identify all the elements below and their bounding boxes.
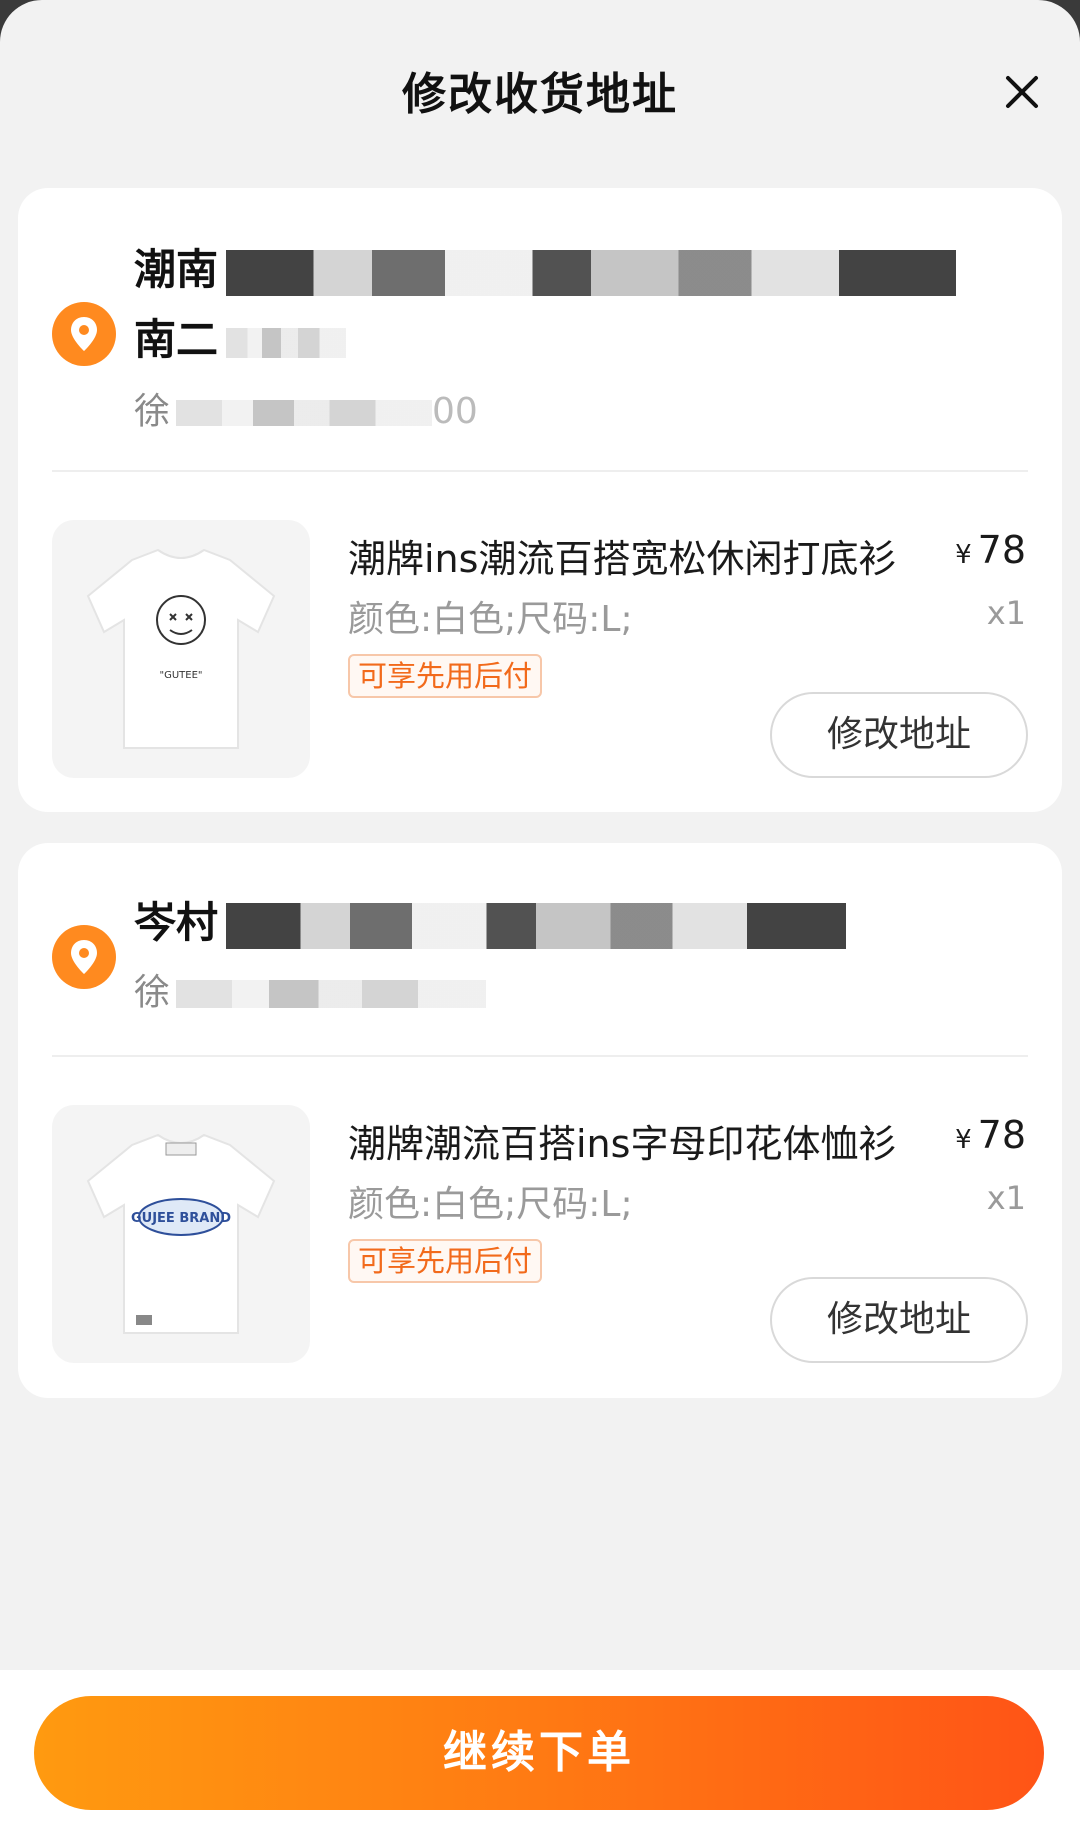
pay-later-badge: 可享先用后付 (348, 1239, 543, 1283)
currency-symbol: ¥ (955, 1125, 972, 1155)
masked-address (226, 902, 847, 949)
product-thumbnail[interactable]: "GUTEE" (52, 520, 310, 778)
continue-order-button[interactable]: 继续下单 (34, 1696, 1044, 1810)
address-line: 岑村 (134, 889, 847, 950)
divider (52, 1055, 1028, 1057)
shirt-print-text: "GUTEE" (159, 670, 202, 681)
product-spec: 颜色:白色;尺码:L; (348, 599, 633, 640)
address-line-2: 南二 (134, 306, 347, 367)
sheet-header: 修改收货地址 (0, 0, 1080, 180)
product-price: ¥78 (955, 528, 1026, 572)
location-icon (52, 302, 116, 366)
product-quantity: x1 (986, 594, 1026, 632)
footer-bar: 继续下单 (0, 1670, 1080, 1836)
tshirt-image: GUJEE BRAND (86, 1133, 276, 1334)
price-value: 78 (977, 1113, 1026, 1157)
close-button[interactable] (994, 64, 1050, 120)
currency-symbol: ¥ (955, 540, 972, 570)
address-text: 岑村 (134, 898, 219, 947)
product-quantity: x1 (986, 1179, 1026, 1217)
tshirt-image: "GUTEE" (86, 548, 276, 749)
page-title: 修改收货地址 (402, 69, 678, 120)
pay-later-badge: 可享先用后付 (348, 654, 543, 698)
receiver-info: 徐 (134, 963, 487, 1015)
divider (52, 470, 1028, 472)
receiver-tail: 00 (432, 391, 478, 432)
masked-address (226, 249, 957, 296)
address-line: 潮南 (134, 236, 957, 297)
order-card: 岑村 徐 GUJEE BRAND 潮牌潮流百搭ins字母印花体恤衫 ¥78 颜色… (18, 843, 1062, 1398)
masked-address-2 (226, 327, 347, 358)
address-text: 潮南 (134, 245, 219, 294)
product-spec: 颜色:白色;尺码:L; (348, 1184, 633, 1225)
location-icon (52, 925, 116, 989)
close-icon (1006, 76, 1038, 108)
order-card: 潮南 南二 徐 00 "GUTEE" 潮牌ins潮流百搭宽松休闲打底衫 ¥78 颜… (18, 188, 1062, 812)
modify-address-button[interactable]: 修改地址 (770, 692, 1028, 778)
product-name[interactable]: 潮牌ins潮流百搭宽松休闲打底衫 (348, 528, 896, 583)
product-price: ¥78 (955, 1113, 1026, 1157)
shirt-print-text: GUJEE BRAND (131, 1211, 231, 1226)
bottom-sheet: 修改收货地址 潮南 南二 徐 00 "GUTEE" 潮牌ins潮流百搭宽松休闲打… (0, 0, 1080, 1836)
product-name[interactable]: 潮牌潮流百搭ins字母印花体恤衫 (348, 1113, 896, 1168)
receiver-name: 徐 (134, 972, 171, 1013)
receiver-name: 徐 (134, 391, 171, 432)
receiver-info: 徐 00 (134, 382, 478, 434)
product-thumbnail[interactable]: GUJEE BRAND (52, 1105, 310, 1363)
address-text-2: 南二 (134, 315, 219, 364)
price-value: 78 (977, 528, 1026, 572)
masked-receiver (176, 980, 487, 1008)
modify-address-button[interactable]: 修改地址 (770, 1277, 1028, 1363)
masked-receiver (176, 400, 433, 426)
